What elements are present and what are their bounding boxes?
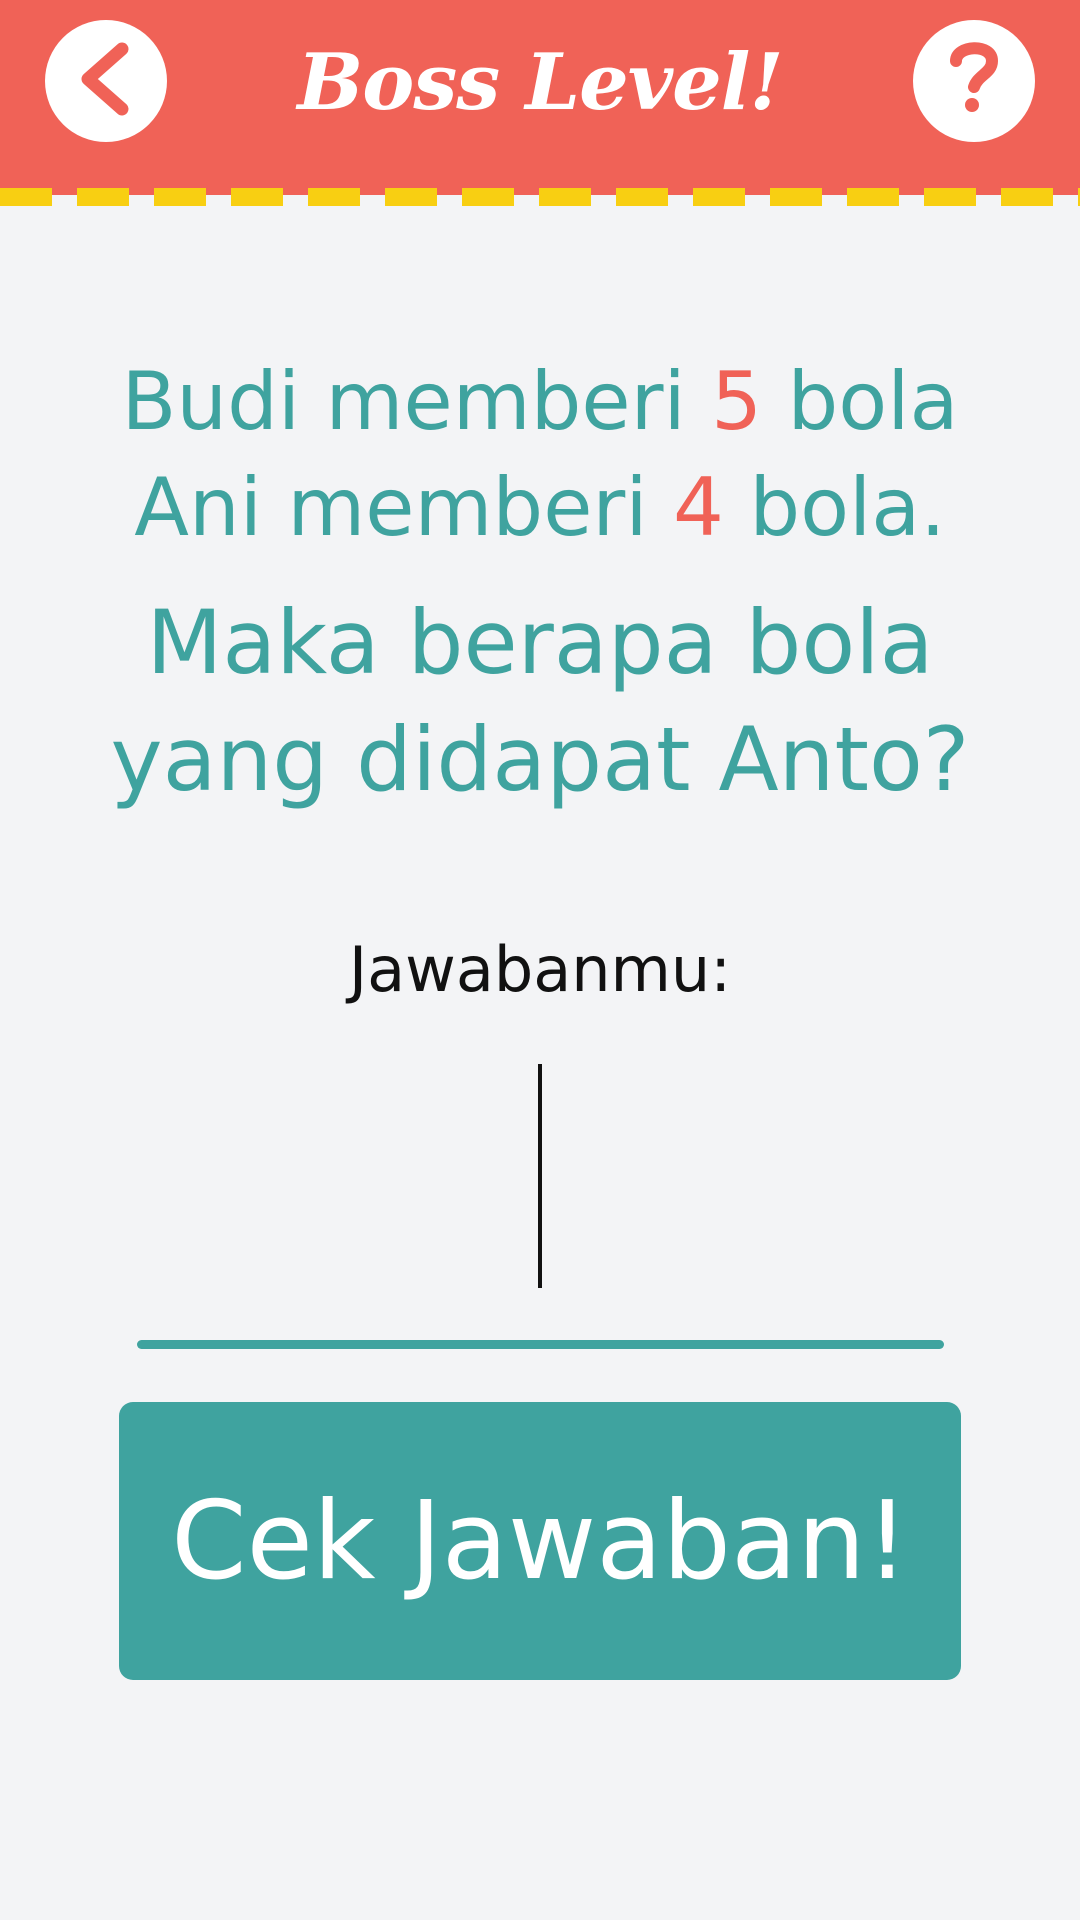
- question-mark-icon: [944, 39, 1004, 123]
- answer-underline: [137, 1340, 944, 1349]
- header-bar: Boss Level!: [0, 0, 1080, 195]
- answer-label: Jawabanmu:: [348, 933, 732, 1006]
- question-number-2: 4: [672, 461, 724, 554]
- chevron-left-icon: [76, 41, 136, 121]
- back-button[interactable]: [45, 20, 167, 142]
- question-line-1: Budi memberi 5 bola: [121, 355, 959, 448]
- question-line-4: yang didapat Anto?: [110, 708, 970, 811]
- text-caret: [538, 1064, 542, 1288]
- help-button[interactable]: [913, 20, 1035, 142]
- page-title: Boss Level!: [297, 37, 783, 128]
- question-number-1: 5: [711, 355, 763, 448]
- dashed-border: [0, 188, 1080, 206]
- question-line-3: Maka berapa bola: [146, 591, 934, 694]
- question-line-2: Ani memberi 4 bola.: [134, 461, 946, 554]
- check-answer-button[interactable]: Cek Jawaban!: [119, 1402, 961, 1680]
